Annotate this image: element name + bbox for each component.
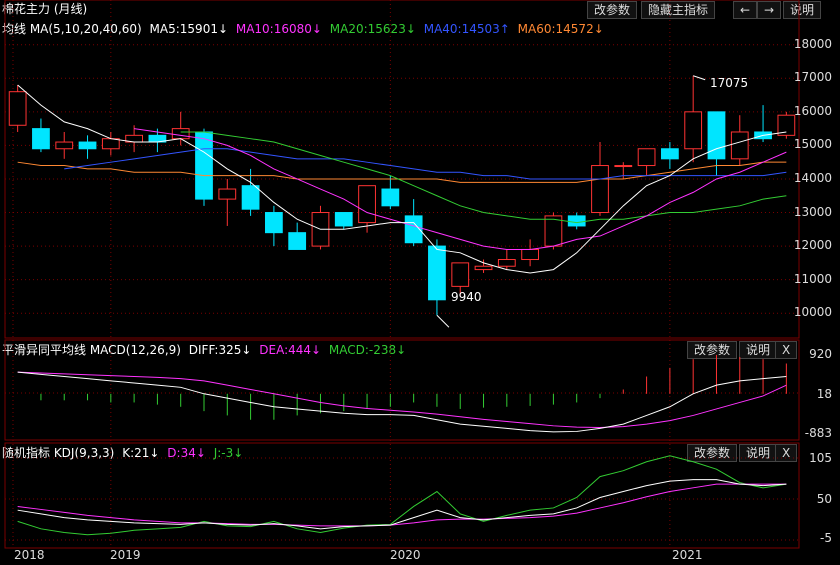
candle-body-15 [358,185,376,224]
candle-body-24 [567,215,586,227]
k-line [17,479,787,530]
candle-body-29 [684,111,703,150]
candle-body-31 [730,131,749,160]
candle-body-4 [101,138,120,150]
low-annotation: 9940 [451,290,482,304]
macd-frame [4,339,800,441]
kdj-y-neg5: -5 [820,531,832,545]
y-tick-16000: 16000 [793,103,832,118]
ma60-line [17,161,787,183]
kdj-y-50: 50 [816,492,832,506]
candle-body-26 [614,165,633,168]
macd-y-bot: -883 [804,426,832,440]
candle-body-21 [497,259,516,267]
d-line [17,483,787,527]
candle-body-28 [660,148,679,160]
candle-body-16 [381,188,400,207]
candle-body-12 [288,232,307,250]
candle-body-14 [334,212,353,227]
y-tick-12000: 12000 [793,238,832,253]
x-tick-2021: 2021 [672,548,703,562]
y-tick-10000: 10000 [793,305,832,320]
candle-body-25 [591,165,609,214]
candle-body-11 [264,212,283,234]
macd-y-top: 920 [809,347,832,361]
x-tick-2020: 2020 [390,548,421,562]
candle-body-18 [428,245,446,301]
candle-body-0 [8,91,27,126]
candle-body-3 [78,141,97,150]
x-tick-2018: 2018 [14,548,45,562]
high-annotation: 17075 [710,76,749,90]
y-tick-17000: 17000 [793,70,832,85]
x-tick-2019: 2019 [110,548,141,562]
candle-body-19 [451,262,470,287]
macd-y-mid: 18 [816,387,832,401]
candle-body-2 [55,141,74,150]
candle-body-22 [521,248,540,261]
y-tick-15000: 15000 [793,137,832,152]
high-leader [693,75,706,81]
low-leader [436,314,450,328]
y-tick-11000: 11000 [793,271,832,286]
candle-body-27 [637,148,656,167]
y-tick-13000: 13000 [793,204,832,219]
candle-body-1 [32,128,50,150]
candle-body-9 [218,188,237,200]
diff-line [17,371,787,433]
dea-line [17,371,787,429]
candle-body-7 [171,128,190,140]
y-tick-14000: 14000 [793,170,832,185]
candle-body-20 [474,265,493,271]
y-tick-18000: 18000 [793,36,832,51]
kdj-y-105: 105 [809,451,832,465]
candle-body-10 [241,185,260,210]
candle-body-8 [195,131,213,200]
